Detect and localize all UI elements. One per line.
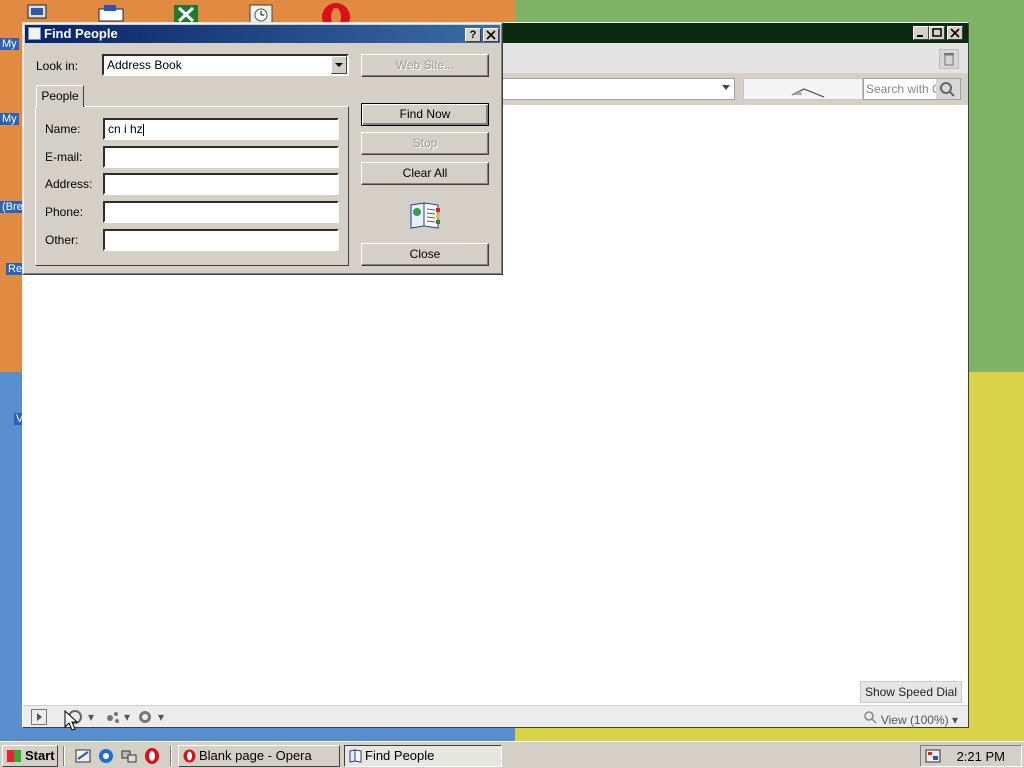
- address-book-icon: [349, 749, 362, 763]
- my-computer-desktop-icon[interactable]: [26, 3, 52, 23]
- find-people-dialog: Find People ? Look in: Address Book Web …: [22, 22, 503, 275]
- system-tray: 2:21 PM: [920, 745, 1022, 767]
- other-label: Other:: [45, 233, 79, 247]
- look-in-value: Address Book: [107, 58, 182, 72]
- tab-people[interactable]: People: [36, 85, 84, 107]
- taskbar: Start Blank page - Opera Find People 2:2…: [0, 741, 1024, 768]
- chevron-down-icon[interactable]: ▾: [153, 709, 169, 725]
- scheduler-desktop-icon[interactable]: [248, 3, 274, 24]
- internet-explorer-icon[interactable]: [97, 747, 115, 765]
- show-desktop-icon[interactable]: [74, 747, 92, 765]
- search-engine-area[interactable]: [743, 78, 863, 100]
- chevron-down-icon[interactable]: [722, 85, 730, 90]
- find-now-button[interactable]: Find Now: [361, 103, 489, 126]
- dialog-close-x-button[interactable]: [483, 28, 499, 42]
- show-speed-dial-button[interactable]: Show Speed Dial: [859, 681, 962, 703]
- dialog-title-bar[interactable]: Find People ?: [25, 25, 500, 43]
- email-label: E-mail:: [45, 150, 83, 164]
- zoom-control[interactable]: View (100%) ▾: [863, 710, 958, 727]
- minimize-button[interactable]: [913, 26, 929, 40]
- look-in-label: Look in:: [36, 59, 79, 73]
- name-field[interactable]: cn i hz: [103, 118, 339, 140]
- clock[interactable]: 2:21 PM: [957, 749, 1005, 764]
- trash-icon[interactable]: [939, 49, 959, 69]
- stop-button[interactable]: Stop: [361, 132, 489, 155]
- window-close-button[interactable]: [947, 26, 963, 40]
- taskbar-divider: [63, 746, 65, 766]
- name-label: Name:: [45, 122, 81, 136]
- panel-toggle-icon[interactable]: [31, 709, 47, 725]
- help-button[interactable]: ?: [465, 28, 481, 42]
- address-book-icon: [408, 200, 440, 229]
- chevron-down-icon[interactable]: ▾: [83, 709, 99, 725]
- name-value: cn i hz: [108, 122, 143, 136]
- taskbar-item-label: Blank page - Opera: [199, 748, 312, 763]
- windows-logo-icon: [7, 750, 21, 762]
- opera-icon: [183, 749, 196, 763]
- taskbar-item-find-people[interactable]: Find People: [344, 745, 502, 767]
- phone-field[interactable]: [103, 201, 339, 223]
- search-icon[interactable]: [936, 79, 960, 99]
- address-field-input[interactable]: [103, 173, 339, 195]
- start-label: Start: [25, 748, 55, 763]
- address-field[interactable]: [501, 78, 735, 100]
- opera-desktop-icon[interactable]: [321, 3, 350, 31]
- address-label: Address:: [45, 177, 93, 191]
- magnifier-icon: [863, 710, 877, 727]
- clear-all-button[interactable]: Clear All: [361, 162, 489, 185]
- mouse-pointer-icon: [64, 709, 84, 732]
- maximize-button[interactable]: [929, 26, 945, 40]
- search-input[interactable]: Search with Co: [863, 78, 961, 100]
- taskbar-divider: [170, 746, 172, 766]
- taskbar-item-label: Find People: [365, 748, 435, 763]
- phone-label: Phone:: [45, 205, 84, 219]
- mail-desktop-icon[interactable]: [96, 3, 124, 23]
- status-bar: ▾ ▾ ▾ View (100%) ▾: [23, 705, 968, 727]
- text-cursor: [142, 123, 144, 136]
- zoom-label: View (100%): [880, 713, 949, 727]
- other-field[interactable]: [103, 229, 339, 251]
- close-button[interactable]: Close: [361, 243, 489, 266]
- network-icon[interactable]: [120, 747, 138, 765]
- opera-quicklaunch-icon[interactable]: [143, 747, 161, 765]
- taskbar-item-opera[interactable]: Blank page - Opera: [178, 745, 340, 767]
- start-button[interactable]: Start: [2, 745, 58, 767]
- web-site-button[interactable]: Web Site...: [361, 54, 489, 77]
- chevron-down-icon: ▾: [951, 713, 958, 727]
- desktop-label-my-2[interactable]: My: [0, 113, 19, 125]
- address-book-icon: [28, 27, 41, 40]
- look-in-select[interactable]: Address Book: [102, 54, 349, 76]
- desktop-label-my[interactable]: My: [0, 38, 19, 50]
- chevron-down-icon[interactable]: ▾: [119, 709, 135, 725]
- excel-desktop-icon[interactable]: [173, 3, 199, 23]
- email-field[interactable]: [103, 146, 339, 168]
- tray-scheduler-icon[interactable]: [925, 748, 941, 764]
- chevron-down-icon[interactable]: [331, 56, 347, 74]
- status-icon[interactable]: [137, 709, 153, 725]
- dialog-title: Find People: [44, 26, 118, 41]
